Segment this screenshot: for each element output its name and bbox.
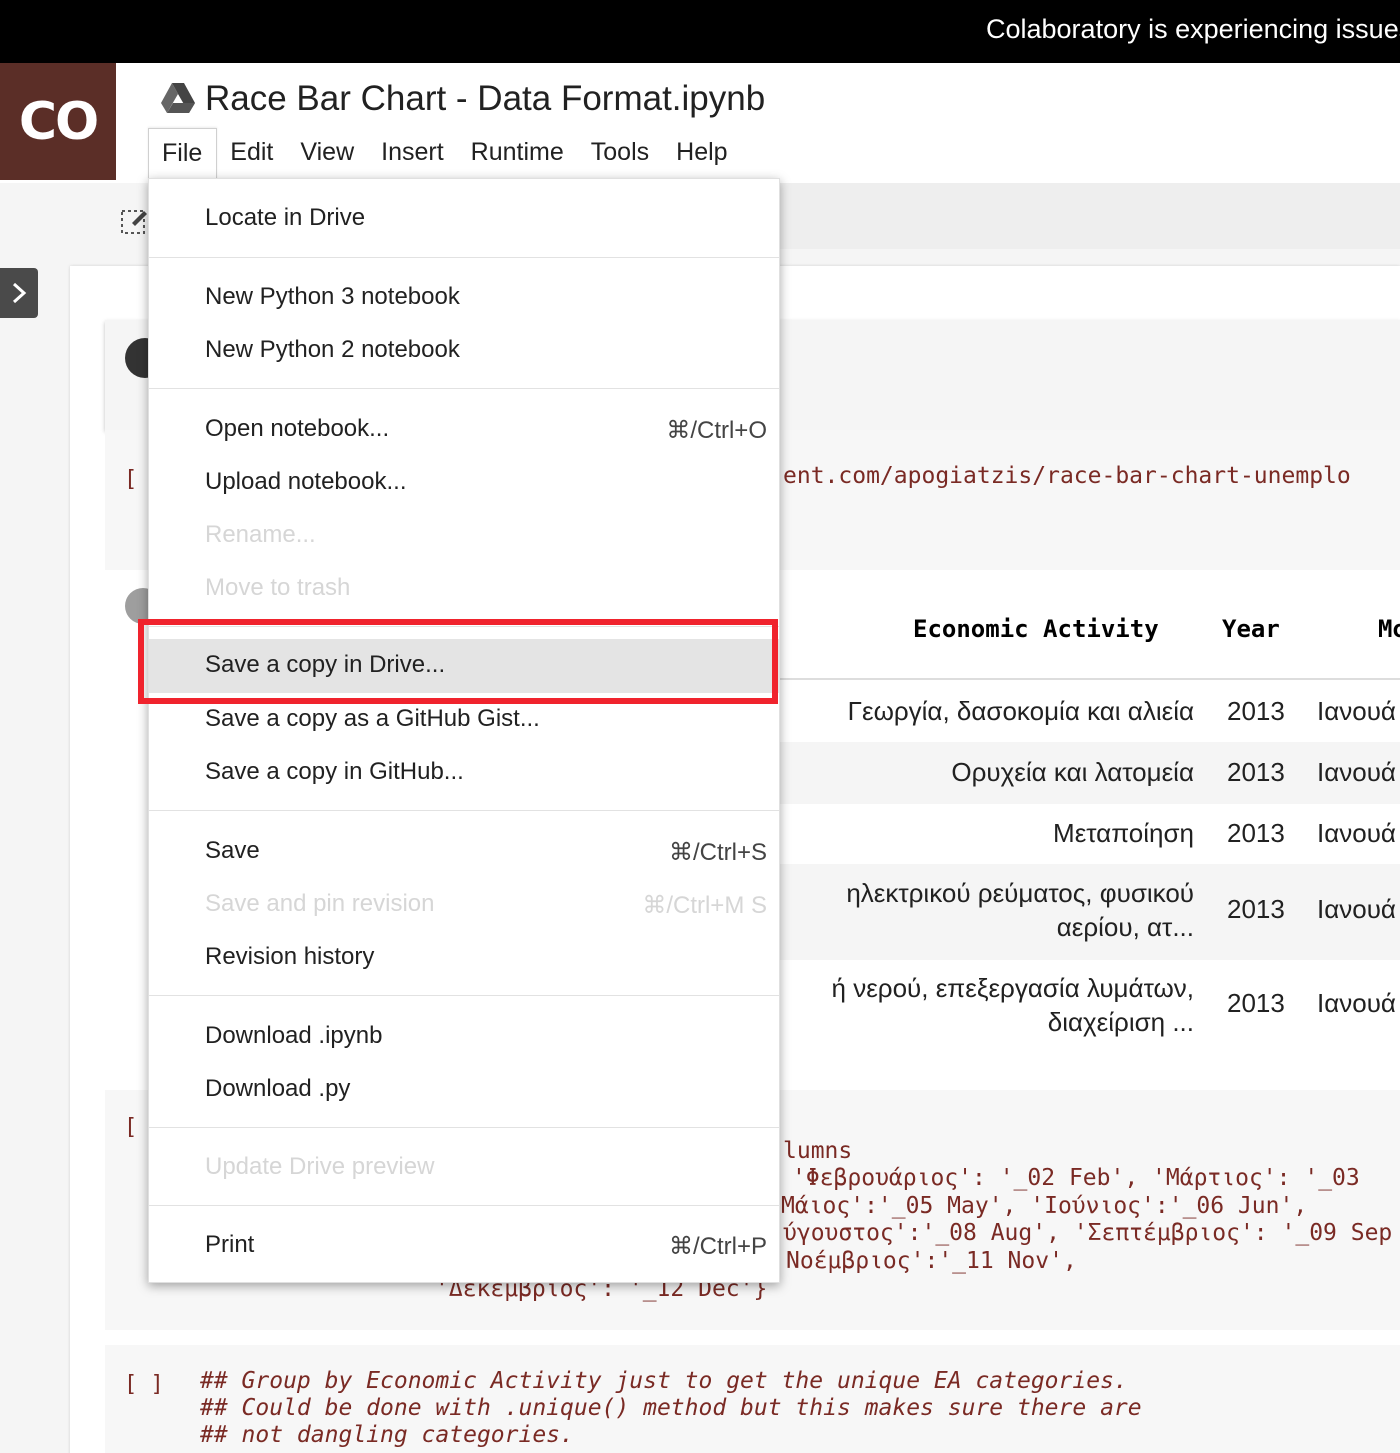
- menu-item-label: New Python 3 notebook: [205, 283, 460, 310]
- menu-runtime[interactable]: Runtime: [458, 128, 578, 180]
- table-row: Ορυχεία και λατομεία 2013 Ιανουά: [780, 742, 1400, 804]
- cell-year: 2013: [1227, 757, 1285, 787]
- code-line: 'Φεβρουάριος': '_02 Feb', 'Μάρτιος': '_0…: [792, 1165, 1360, 1191]
- cell-bracket: [: [124, 467, 138, 492]
- table-row: ηλεκτρικού ρεύματος, φυσικού αερίου, ατ.…: [780, 864, 1400, 960]
- col-header-month: Mo: [1378, 615, 1400, 643]
- menu-item-shortcut: ⌘/Ctrl+S: [668, 839, 767, 866]
- menu-divider: [149, 1127, 779, 1128]
- menu-item-label: Download .py: [205, 1075, 351, 1102]
- menu-item-shortcut: ⌘/Ctrl+P: [668, 1233, 767, 1260]
- code-comment: ## not dangling categories.: [200, 1422, 574, 1448]
- table-row: Μεταποίηση 2013 Ιανουά: [780, 804, 1400, 864]
- file-menu-dropdown: Locate in Drive New Python 3 notebook Ne…: [148, 178, 780, 1283]
- cell-year: 2013: [1227, 696, 1285, 726]
- menu-item-download-ipynb[interactable]: Download .ipynb: [149, 1010, 779, 1063]
- menu-item-label: Revision history: [205, 943, 375, 970]
- menu-item-revision-history[interactable]: Revision history: [149, 931, 779, 984]
- cell-year: 2013: [1227, 818, 1285, 848]
- menu-item-label: New Python 2 notebook: [205, 336, 460, 363]
- cell-month: Ιανουά: [1317, 988, 1396, 1018]
- cell-month: Ιανουά: [1317, 696, 1396, 726]
- menu-item-save-and-pin: Save and pin revision ⌘/Ctrl+M S: [149, 878, 779, 931]
- cell-bracket: [ ]: [124, 1372, 164, 1397]
- menu-item-label: Download .ipynb: [205, 1022, 383, 1049]
- cell-year: 2013: [1227, 894, 1285, 924]
- menu-item-open-notebook[interactable]: Open notebook... ⌘/Ctrl+O: [149, 403, 779, 456]
- menubar: File Edit View Insert Runtime Tools Help: [148, 128, 742, 180]
- edit-icon[interactable]: [120, 207, 148, 235]
- cell-activity-cont: αερίου, ατ...: [1056, 912, 1194, 942]
- table-rule: [780, 678, 1400, 680]
- cell-activity: ή νερού, επεξεργασία λυμάτων,: [831, 973, 1194, 1003]
- menu-item-label: Rename...: [205, 521, 316, 548]
- menu-item-locate-in-drive[interactable]: Locate in Drive: [149, 192, 779, 245]
- code-line: lumns: [783, 1138, 853, 1164]
- code-line: Νοέμβριος':'_11 Nov',: [786, 1248, 1077, 1274]
- table-row: Γεωργία, δασοκομία και αλιεία 2013 Ιανου…: [780, 682, 1400, 742]
- cell-activity: Ορυχεία και λατομεία: [951, 757, 1194, 787]
- menu-item-label: Save a copy in GitHub...: [205, 758, 464, 785]
- cell-year: 2013: [1227, 988, 1285, 1018]
- highlight-box: [138, 619, 778, 704]
- menu-item-move-to-trash: Move to trash: [149, 562, 779, 615]
- status-banner: Colaboratory is experiencing issues: [0, 0, 1400, 63]
- code-line: ent.com/apogiatzis/race-bar-chart-unempl…: [783, 463, 1351, 489]
- menu-item-save[interactable]: Save ⌘/Ctrl+S: [149, 825, 779, 878]
- menu-item-label: Locate in Drive: [205, 204, 366, 231]
- cell-activity: Γεωργία, δασοκομία και αλιεία: [847, 696, 1194, 726]
- cell-bracket: [: [124, 1115, 138, 1140]
- menu-item-label: Save a copy as a GitHub Gist...: [205, 705, 540, 732]
- menu-help[interactable]: Help: [663, 128, 741, 180]
- toolbar-area: [780, 183, 1400, 249]
- col-header-year: Year: [1222, 615, 1280, 643]
- sidebar-toggle[interactable]: [0, 268, 38, 318]
- notebook-title[interactable]: Race Bar Chart - Data Format.ipynb: [205, 79, 765, 119]
- menu-item-label: Save: [205, 837, 260, 864]
- menu-item-new-python2[interactable]: New Python 2 notebook: [149, 324, 779, 377]
- menu-divider: [149, 257, 779, 258]
- code-comment: ## Group by Economic Activity just to ge…: [200, 1368, 1128, 1394]
- banner-text: Colaboratory is experiencing issues: [986, 14, 1400, 44]
- menu-divider: [149, 1205, 779, 1206]
- menu-item-label: Upload notebook...: [205, 468, 407, 495]
- menu-item-label: Update Drive preview: [205, 1153, 435, 1180]
- menu-item-new-python3[interactable]: New Python 3 notebook: [149, 271, 779, 324]
- menu-edit[interactable]: Edit: [217, 128, 287, 180]
- menu-item-rename: Rename...: [149, 509, 779, 562]
- menu-tools[interactable]: Tools: [578, 128, 663, 180]
- menu-item-download-py[interactable]: Download .py: [149, 1063, 779, 1116]
- table-row: ή νερού, επεξεργασία λυμάτων, διαχείριση…: [780, 960, 1400, 1050]
- cell-activity-cont: διαχείριση ...: [1047, 1007, 1194, 1037]
- menu-item-label: Move to trash: [205, 574, 351, 601]
- menu-item-save-copy-github[interactable]: Save a copy in GitHub...: [149, 746, 779, 799]
- menu-item-label: Save and pin revision: [205, 890, 435, 917]
- menu-item-upload-notebook[interactable]: Upload notebook...: [149, 456, 779, 509]
- menu-item-label: Print: [205, 1231, 255, 1258]
- menu-item-print[interactable]: Print ⌘/Ctrl+P: [149, 1219, 779, 1272]
- code-line: Μάιος':'_05 May', 'Ιούνιος':'_06 Jun',: [781, 1193, 1308, 1219]
- menu-item-shortcut: ⌘/Ctrl+O: [666, 417, 767, 444]
- cell-month: Ιανουά: [1317, 894, 1396, 924]
- header: CO Race Bar Chart - Data Format.ipynb Fi…: [0, 63, 1400, 183]
- cell-activity: Μεταποίηση: [1053, 818, 1194, 848]
- code-line: ύγουστος':'_08 Aug', 'Σεπτέμβριος': '_09…: [783, 1220, 1393, 1246]
- menu-item-label: Open notebook...: [205, 415, 390, 442]
- menu-divider: [149, 810, 779, 811]
- cell-activity: ηλεκτρικού ρεύματος, φυσικού: [846, 878, 1194, 908]
- cell-month: Ιανουά: [1317, 818, 1396, 848]
- col-header-activity: Economic Activity: [913, 615, 1159, 643]
- menu-file[interactable]: File: [148, 128, 218, 180]
- menu-item-update-drive-preview: Update Drive preview: [149, 1141, 779, 1194]
- cell-month: Ιανουά: [1317, 757, 1396, 787]
- menu-divider: [149, 995, 779, 996]
- code-comment: ## Could be done with .unique() method b…: [200, 1395, 1142, 1421]
- menu-item-shortcut: ⌘/Ctrl+M S: [642, 892, 767, 919]
- drive-icon[interactable]: [161, 83, 195, 113]
- chevron-right-icon: [12, 282, 27, 304]
- menu-view[interactable]: View: [287, 128, 368, 180]
- menu-insert[interactable]: Insert: [368, 128, 458, 180]
- colab-logo[interactable]: CO: [0, 63, 116, 180]
- menu-divider: [149, 388, 779, 389]
